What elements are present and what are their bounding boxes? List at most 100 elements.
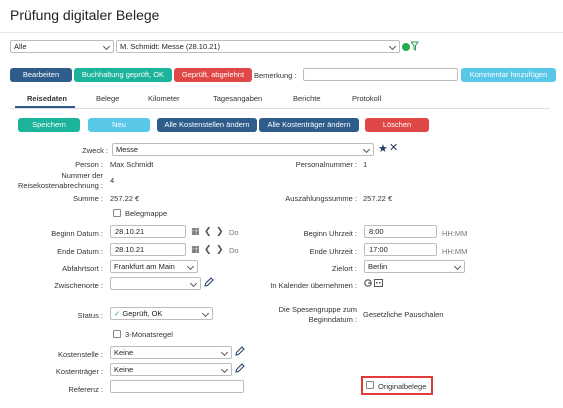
originalbelege-checkbox[interactable] (366, 381, 374, 389)
nummer-value: 4 (110, 176, 115, 185)
remark-label: Bemerkung : (254, 71, 297, 80)
edit-button[interactable]: Bearbeiten (10, 68, 72, 82)
zielort-value: Berlin (368, 262, 388, 271)
beginn-datum-input[interactable]: 28.10.21 (110, 225, 186, 238)
chevron-left-icon[interactable]: ❮ (204, 226, 212, 236)
tab-berichte[interactable]: Berichte (293, 94, 321, 103)
page-title: Prüfung digitaler Belege (10, 7, 160, 23)
zielort-label: Zielort : (331, 264, 357, 273)
tab-reisedaten[interactable]: Reisedaten (27, 94, 67, 103)
ende-datum-label: Ende Datum : (57, 247, 103, 256)
kostentraeger-select[interactable]: Keine (110, 363, 232, 376)
person-value: Max Schmidt (110, 160, 154, 169)
abfahrtsort-select[interactable]: Frankfurt am Main (110, 260, 198, 273)
tab-divider (10, 108, 550, 109)
kalender-label: In Kalender übernehmen : (270, 281, 357, 290)
calendar-icon[interactable] (374, 278, 383, 287)
beginn-uhrzeit-label: Beginn Uhrzeit : (303, 229, 357, 238)
status-select[interactable]: ✓ Geprüft, OK (110, 307, 213, 320)
chevron-down-icon (201, 309, 210, 318)
kostenstelle-select[interactable]: Keine (110, 346, 232, 359)
calendar-icon[interactable]: ▦ (191, 226, 200, 236)
auszahlung-label: Auszahlungssumme : (285, 194, 357, 203)
kostenstelle-label: Kostenstelle : (57, 350, 103, 359)
check-icon: ✓ (114, 309, 121, 318)
zwischenorte-select[interactable] (110, 277, 201, 290)
nummer-label-line2: Reisekostenabrechnung : (17, 181, 103, 190)
change-cost-centers-button[interactable]: Alle Kostenstellen ändern (157, 118, 257, 132)
beginn-day-label: Do (229, 228, 239, 237)
chevron-right-icon[interactable]: ❯ (216, 244, 224, 254)
delete-button[interactable]: Löschen (365, 118, 429, 132)
ende-uhrzeit-label: Ende Uhrzeit : (309, 247, 357, 256)
summe-label: Summe : (72, 194, 103, 203)
kostenstelle-value: Keine (114, 348, 134, 357)
star-icon[interactable]: ★ (378, 143, 388, 155)
zweck-value: Messe (116, 145, 139, 154)
kostentraeger-value: Keine (114, 365, 134, 374)
monatsregel-label: 3-Monatsregel (125, 330, 173, 339)
chevron-left-icon[interactable]: ❮ (204, 244, 212, 254)
beginn-datum-label: Beginn Datum : (51, 229, 103, 238)
nummer-label-line1: Nummer der (61, 171, 103, 180)
summe-value: 257.22 € (110, 194, 140, 203)
filter-icon[interactable] (409, 41, 419, 51)
add-comment-button[interactable]: Kommentar hinzufügen (461, 68, 556, 82)
monatsregel-checkbox[interactable] (113, 330, 121, 338)
originalbelege-label: Originalbelege (378, 382, 427, 391)
ende-datum-input[interactable]: 28.10.21 (110, 243, 186, 256)
person-label: Person : (75, 160, 103, 169)
zweck-select[interactable]: Messe (112, 143, 374, 156)
ende-uhrzeit-input[interactable]: 17:00 (364, 243, 437, 256)
zwischenorte-label: Zwischenorte : (54, 281, 103, 290)
tab-belege[interactable]: Belege (96, 94, 119, 103)
tab-tagesangaben[interactable]: Tagesangaben (213, 94, 262, 103)
abfahrtsort-label: Abfahrtsort : (62, 264, 103, 273)
referenz-input[interactable] (110, 380, 244, 393)
beginn-uhrzeit-format: HH:MM (442, 229, 468, 238)
personalnummer-value: 1 (363, 160, 368, 169)
abfahrtsort-value: Frankfurt am Main (114, 262, 175, 271)
tab-kilometer[interactable]: Kilometer (148, 94, 180, 103)
chevron-down-icon (220, 365, 229, 374)
tab-active-indicator (15, 106, 75, 108)
chevron-down-icon (186, 262, 195, 271)
belegmappe-checkbox[interactable] (113, 209, 121, 217)
pencil-icon[interactable] (235, 346, 245, 356)
zweck-label: Zweck : (82, 146, 108, 155)
chevron-down-icon (220, 348, 229, 357)
personalnummer-label: Personalnummer : (295, 160, 357, 169)
status-filter-value: Alle (14, 42, 27, 51)
status-label: Status : (77, 311, 103, 320)
belegmappe-label: Belegmappe (125, 209, 168, 218)
chevron-right-icon[interactable]: ❯ (216, 226, 224, 236)
ende-day-label: Do (229, 246, 239, 255)
change-cost-bearers-button[interactable]: Alle Kostenträger ändern (259, 118, 359, 132)
remark-input[interactable] (303, 68, 458, 81)
rejected-button[interactable]: Geprüft, abgelehnt (174, 68, 252, 82)
chevron-down-icon (453, 262, 462, 271)
spesen-label-line2: Beginndatum : (308, 315, 357, 324)
chevron-down-icon (102, 42, 111, 51)
kostentraeger-label: Kostenträger : (55, 367, 103, 376)
auszahlung-value: 257.22 € (363, 194, 393, 203)
trip-select[interactable]: M. Schmidt: Messe (28.10.21) (116, 40, 400, 53)
pencil-icon[interactable] (235, 363, 245, 373)
status-dot-icon (402, 43, 410, 51)
google-icon[interactable] (364, 279, 372, 287)
pencil-icon[interactable] (204, 277, 214, 287)
status-value: Geprüft, OK (122, 309, 163, 318)
save-button[interactable]: Speichern (18, 118, 80, 132)
new-button[interactable]: Neu (88, 118, 150, 132)
zielort-select[interactable]: Berlin (364, 260, 465, 273)
tab-protokoll[interactable]: Protokoll (352, 94, 381, 103)
status-filter-select[interactable]: Alle (10, 40, 114, 53)
beginn-uhrzeit-input[interactable]: 8:00 (364, 225, 437, 238)
header-divider (0, 32, 563, 33)
chevron-down-icon (388, 42, 397, 51)
approved-button[interactable]: Buchhaltung geprüft, OK (74, 68, 172, 82)
chevron-down-icon (362, 145, 371, 154)
calendar-icon[interactable]: ▦ (191, 244, 200, 254)
referenz-label: Referenz : (68, 385, 103, 394)
close-icon[interactable]: ✕ (389, 142, 398, 154)
